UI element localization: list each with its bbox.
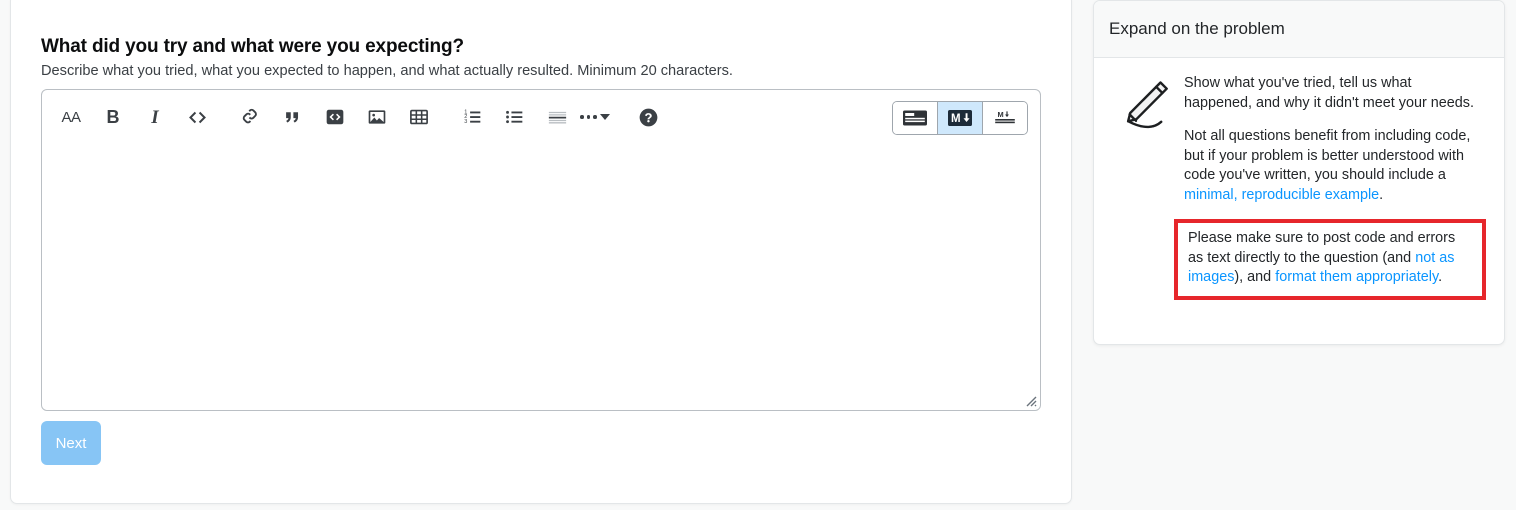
svg-text:M: M: [998, 110, 1004, 119]
bold-icon-glyph: B: [106, 107, 120, 127]
editor-mode-toggle-group: M M: [892, 101, 1028, 135]
chevron-down-icon: [599, 114, 610, 120]
sidebar-text-block: Show what you've tried, tell us what hap…: [1174, 74, 1490, 300]
markdown-icon: M: [948, 110, 972, 126]
sidebar-header: Expand on the problem: [1094, 1, 1504, 58]
heading-icon[interactable]: AA: [54, 100, 88, 134]
highlighted-callout: Please make sure to post code and errors…: [1174, 219, 1486, 300]
sidebar-title: Expand on the problem: [1109, 19, 1285, 38]
inline-code-icon[interactable]: [180, 100, 214, 134]
pencil-icon: [1108, 74, 1184, 134]
link-icon-glyph: [242, 108, 257, 124]
svg-text:M: M: [951, 113, 961, 125]
blockquote-icon-glyph: [285, 111, 298, 122]
bold-icon[interactable]: B: [96, 100, 130, 134]
horizontal-rule-icon-glyph: [548, 111, 566, 123]
page-title: What did you try and what were you expec…: [41, 36, 464, 57]
markdown-preview-icon: M: [995, 110, 1015, 124]
code-block-icon-glyph: [326, 109, 344, 125]
sidebar-paragraph-1: Show what you've tried, tell us what hap…: [1184, 75, 1474, 111]
highlighted-paragraph: Please make sure to post code and errors…: [1188, 229, 1474, 288]
sidebar-body: Show what you've tried, tell us what hap…: [1094, 58, 1504, 310]
italic-icon[interactable]: I: [138, 100, 172, 134]
sidebar-row: Show what you've tried, tell us what hap…: [1108, 74, 1490, 300]
answer-textarea[interactable]: [42, 144, 1040, 410]
paragraph-2-before: Not all questions benefit from including…: [1184, 128, 1471, 183]
markdown-mode-button[interactable]: M: [938, 102, 983, 134]
more-icon-glyph: [580, 115, 597, 119]
svg-text:3: 3: [464, 119, 467, 125]
help-icon-glyph: [639, 108, 658, 126]
table-icon[interactable]: [402, 100, 436, 134]
format-them-appropriately-link[interactable]: format them appropriately: [1275, 269, 1438, 285]
paragraph-2-after: .: [1379, 186, 1384, 203]
blockquote-icon[interactable]: [276, 100, 310, 134]
highlight-middle: ), and: [1234, 269, 1276, 285]
help-icon[interactable]: [632, 100, 666, 134]
rich-text-icon: [903, 110, 927, 126]
more-icon[interactable]: [574, 100, 616, 134]
inline-code-icon-glyph: [188, 111, 206, 123]
ordered-list-icon-glyph: 1 2 3: [464, 110, 481, 125]
markdown-editor: AA B I 1 2 3 M M: [41, 89, 1041, 411]
link-icon[interactable]: [234, 100, 268, 134]
resize-handle-icon: [1026, 396, 1037, 407]
table-icon-glyph: [410, 109, 428, 125]
resize-handle[interactable]: [1023, 393, 1037, 407]
help-sidebar-card: Expand on the problem Show what you've t…: [1093, 0, 1505, 345]
pencil-icon-glyph: [1126, 81, 1168, 129]
horizontal-rule-icon[interactable]: [540, 100, 574, 134]
page-root: What did you try and what were you expec…: [0, 0, 1516, 510]
bulleted-list-icon-glyph: [506, 110, 523, 124]
next-button[interactable]: Next: [41, 421, 101, 465]
ordered-list-icon[interactable]: 1 2 3: [456, 100, 490, 134]
preview-mode-button[interactable]: M: [983, 102, 1027, 134]
image-icon[interactable]: [360, 100, 394, 134]
image-icon-glyph: [368, 110, 386, 124]
code-block-icon[interactable]: [318, 100, 352, 134]
editor-toolbar: AA B I 1 2 3 M M: [42, 90, 1040, 144]
heading-icon-glyph: AA: [61, 108, 81, 126]
highlight-after: .: [1438, 269, 1443, 285]
italic-icon-glyph: I: [151, 106, 159, 128]
question-form-card: What did you try and what were you expec…: [10, 0, 1072, 504]
field-help-text: Describe what you tried, what you expect…: [41, 63, 733, 79]
bulleted-list-icon[interactable]: [498, 100, 532, 134]
rich-text-mode-button[interactable]: [893, 102, 938, 134]
toolbar-left-group: AA B I 1 2 3: [54, 90, 666, 144]
minimal-reproducible-example-link[interactable]: minimal, reproducible example: [1184, 187, 1379, 203]
sidebar-paragraph-2: Not all questions benefit from including…: [1184, 127, 1482, 205]
